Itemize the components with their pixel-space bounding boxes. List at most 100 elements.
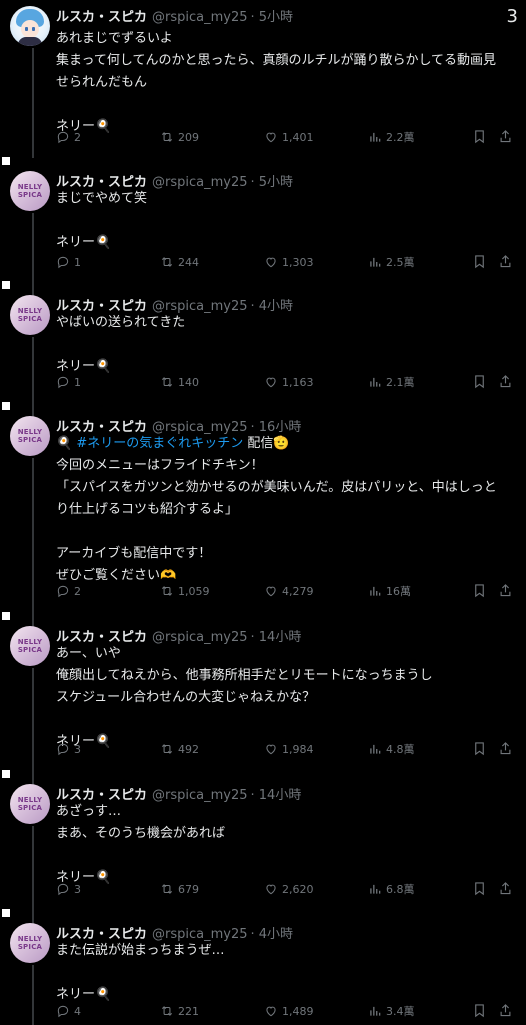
timestamp[interactable]: · 5小時 <box>251 10 294 25</box>
tweet-actions: 3 492 1,984 4.8萬 <box>56 740 516 758</box>
bookmark-icon[interactable] <box>472 129 487 144</box>
retweet-button[interactable]: 244 <box>160 253 199 271</box>
tweet-text-main: 今回のメニューはフライドチキン！ 「スパイスをガツンと効かせるのが美味いんだ。皮… <box>56 458 497 583</box>
reply-count: 1 <box>74 375 81 389</box>
retweet-icon <box>161 132 173 142</box>
like-button[interactable]: 1,303 <box>264 253 314 271</box>
like-button[interactable]: 1,489 <box>264 1002 314 1020</box>
tweet-actions: 1 140 1,163 2.1萬 <box>56 373 516 391</box>
views-button[interactable]: 2.5萬 <box>368 253 415 271</box>
retweet-count: 1,059 <box>178 584 210 598</box>
reply-button[interactable]: 3 <box>56 740 81 758</box>
tweet-text: また伝説が始まっちまうぜ… ネリー🍳 <box>56 943 225 1002</box>
timestamp[interactable]: · 14小時 <box>251 788 302 803</box>
retweet-button[interactable]: 1,059 <box>160 582 210 600</box>
views-icon <box>370 1006 381 1016</box>
retweet-count: 140 <box>178 375 199 389</box>
tweet-actions: 1 244 1,303 2.5萬 <box>56 253 516 271</box>
bookmark-icon[interactable] <box>472 374 487 389</box>
timestamp[interactable]: · 4小時 <box>251 299 294 314</box>
retweet-button[interactable]: 221 <box>160 1002 199 1020</box>
retweet-icon <box>161 257 173 267</box>
user-handle[interactable]: @rspica_my25 <box>152 175 248 190</box>
retweet-count: 244 <box>178 255 199 269</box>
tweet-header: ルスカ・スピカ @rspica_my25 · 5小時 <box>56 6 293 25</box>
like-button[interactable]: 1,163 <box>264 373 314 391</box>
reply-button[interactable]: 1 <box>56 373 81 391</box>
display-name[interactable]: ルスカ・スピカ <box>56 10 147 25</box>
like-button[interactable]: 1,984 <box>264 740 314 758</box>
share-icon[interactable] <box>498 254 513 269</box>
avatar-logo-text: NELLY SPICA <box>17 307 43 323</box>
thread-marker <box>2 909 10 917</box>
avatar[interactable] <box>10 6 50 46</box>
bookmark-icon[interactable] <box>472 254 487 269</box>
views-icon <box>370 257 381 267</box>
views-button[interactable]: 2.2萬 <box>368 128 415 146</box>
reply-icon <box>57 743 69 756</box>
share-icon[interactable] <box>498 741 513 756</box>
bookmark-icon[interactable] <box>472 881 487 896</box>
views-count: 2.5萬 <box>386 256 415 269</box>
views-button[interactable]: 16萬 <box>368 582 411 600</box>
reply-icon <box>57 883 69 896</box>
tweet-text: まじでやめて笑 ネリー🍳 <box>56 191 148 250</box>
avatar[interactable]: NELLY SPICA <box>10 416 50 456</box>
tweet-text: 🍳 #ネリーの気まぐれキッチン 配信🫡 今回のメニューはフライドチキン！ 「スパ… <box>56 433 497 587</box>
share-icon[interactable] <box>498 374 513 389</box>
tweet-actions: 2 1,059 4,279 16萬 <box>56 582 516 600</box>
reply-button[interactable]: 3 <box>56 880 81 898</box>
reply-count: 3 <box>74 882 81 896</box>
retweet-button[interactable]: 679 <box>160 880 199 898</box>
share-icon[interactable] <box>498 1003 513 1018</box>
tweet-text-prefix: 🍳 <box>56 436 77 451</box>
views-icon <box>370 884 381 894</box>
user-handle[interactable]: @rspica_my25 <box>152 10 248 25</box>
views-icon <box>370 586 381 596</box>
reply-button[interactable]: 2 <box>56 128 81 146</box>
views-count: 3.4萬 <box>386 1005 415 1018</box>
views-button[interactable]: 6.8萬 <box>368 880 415 898</box>
thread-marker <box>2 402 10 410</box>
views-button[interactable]: 3.4萬 <box>368 1002 415 1020</box>
avatar[interactable]: NELLY SPICA <box>10 626 50 666</box>
retweet-count: 209 <box>178 130 199 144</box>
bookmark-icon[interactable] <box>472 1003 487 1018</box>
views-count: 16萬 <box>386 585 411 598</box>
views-button[interactable]: 4.8萬 <box>368 740 415 758</box>
share-icon[interactable] <box>498 881 513 896</box>
like-button[interactable]: 2,620 <box>264 880 314 898</box>
hashtag-link[interactable]: #ネリーの気まぐれキッチン <box>76 436 243 451</box>
bookmark-icon[interactable] <box>472 741 487 756</box>
views-button[interactable]: 2.1萬 <box>368 373 415 391</box>
share-icon[interactable] <box>498 583 513 598</box>
bookmark-icon[interactable] <box>472 583 487 598</box>
tweet-actions: 3 679 2,620 6.8萬 <box>56 880 516 898</box>
timestamp[interactable]: · 5小時 <box>251 175 294 190</box>
retweet-count: 492 <box>178 742 199 756</box>
reply-icon <box>57 376 69 389</box>
views-count: 4.8萬 <box>386 743 415 756</box>
reply-button[interactable]: 2 <box>56 582 81 600</box>
like-button[interactable]: 1,401 <box>264 128 314 146</box>
like-icon <box>266 744 276 755</box>
share-icon[interactable] <box>498 129 513 144</box>
avatar[interactable]: NELLY SPICA <box>10 923 50 963</box>
reply-button[interactable]: 4 <box>56 1002 81 1020</box>
like-icon <box>266 132 276 143</box>
retweet-icon <box>161 1006 173 1016</box>
retweet-icon <box>161 377 173 387</box>
like-button[interactable]: 4,279 <box>264 582 314 600</box>
tweet-text: やばいの送られてきた ネリー🍳 <box>56 315 186 374</box>
retweet-icon <box>161 744 173 754</box>
retweet-button[interactable]: 492 <box>160 740 199 758</box>
avatar[interactable]: NELLY SPICA <box>10 171 50 211</box>
reply-button[interactable]: 1 <box>56 253 81 271</box>
retweet-button[interactable]: 140 <box>160 373 199 391</box>
retweet-button[interactable]: 209 <box>160 128 199 146</box>
reply-count: 4 <box>74 1004 81 1018</box>
avatar[interactable]: NELLY SPICA <box>10 295 50 335</box>
tweet-actions: 4 221 1,489 3.4萬 <box>56 1002 516 1020</box>
avatar[interactable]: NELLY SPICA <box>10 784 50 824</box>
timestamp[interactable]: · 4小時 <box>251 927 294 942</box>
